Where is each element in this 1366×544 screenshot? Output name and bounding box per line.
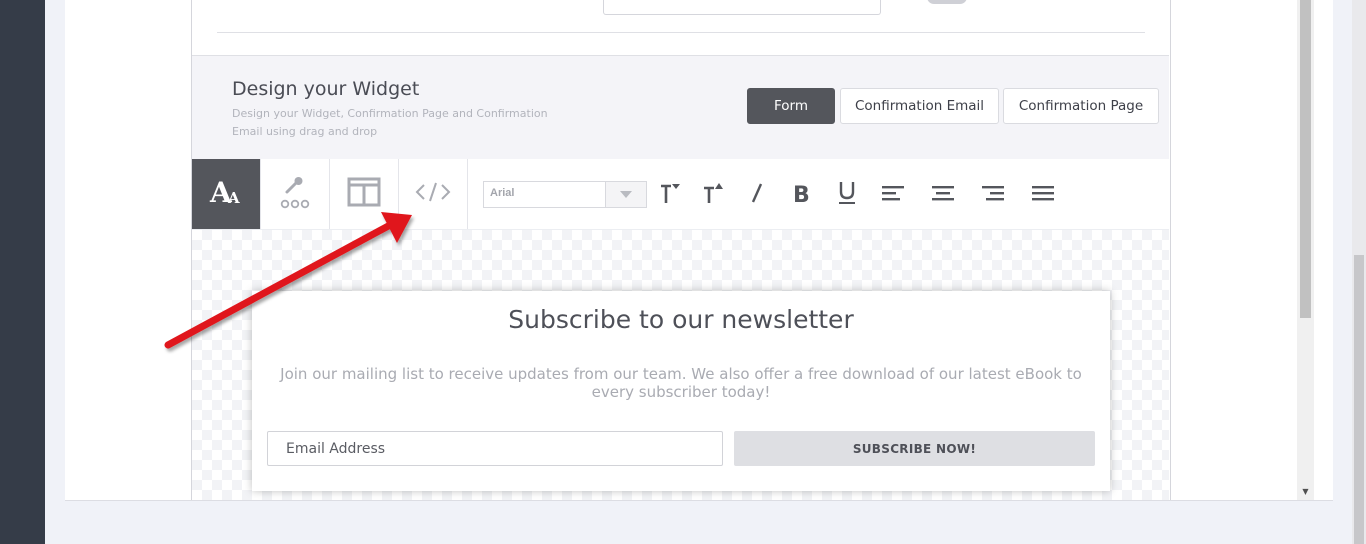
window-scroll-thumb[interactable] xyxy=(1354,255,1364,544)
text-style-icon: A A xyxy=(209,176,243,211)
align-right-button[interactable] xyxy=(978,181,1008,209)
left-sidebar-rail xyxy=(0,0,45,544)
settings-input-field[interactable] xyxy=(603,0,881,15)
increase-font-icon xyxy=(702,181,724,209)
align-justify-icon xyxy=(1031,184,1055,206)
panel-scroll-thumb[interactable] xyxy=(1300,0,1311,318)
bold-icon: B xyxy=(792,181,812,209)
section-divider xyxy=(217,32,1145,33)
align-right-icon xyxy=(981,184,1005,206)
code-icon xyxy=(415,181,451,207)
underline-icon xyxy=(837,180,857,210)
newsletter-widget-preview: Subscribe to our newsletter Join our mai… xyxy=(252,291,1110,491)
font-select-value: Arial xyxy=(490,187,515,199)
align-center-button[interactable] xyxy=(928,181,958,209)
layout-tool[interactable] xyxy=(330,159,399,229)
align-left-icon xyxy=(881,184,905,206)
color-tool[interactable] xyxy=(261,159,330,229)
email-field[interactable]: Email Address xyxy=(267,431,723,466)
design-header: Design your Widget Design your Widget, C… xyxy=(192,55,1169,160)
editor-toolbar: A A Arial B xyxy=(192,159,1169,230)
italic-icon xyxy=(748,181,766,209)
text-style-tool[interactable]: A A xyxy=(192,159,261,229)
widget-title: Subscribe to our newsletter xyxy=(508,305,854,334)
subscribe-button[interactable]: SUBSCRIBE NOW! xyxy=(734,431,1095,466)
italic-button[interactable] xyxy=(742,181,772,209)
align-center-icon xyxy=(931,184,955,206)
code-tool[interactable] xyxy=(399,159,468,229)
underline-button[interactable] xyxy=(832,181,862,209)
align-left-button[interactable] xyxy=(878,181,908,209)
tab-form[interactable]: Form xyxy=(747,88,835,124)
decrease-font-icon xyxy=(659,181,681,209)
settings-toggle[interactable] xyxy=(927,0,967,4)
chevron-down-icon xyxy=(605,182,646,207)
font-family-select[interactable]: Arial xyxy=(483,181,647,208)
decrease-font-button[interactable] xyxy=(655,181,685,209)
color-picker-icon xyxy=(279,175,311,213)
bold-button[interactable]: B xyxy=(787,181,817,209)
svg-text:A: A xyxy=(227,189,240,207)
panel-scrollbar[interactable]: ▼ xyxy=(1297,0,1314,500)
tab-confirmation-email[interactable]: Confirmation Email xyxy=(840,88,999,124)
widget-description: Join our mailing list to receive updates… xyxy=(280,365,1082,401)
design-subtitle: Design your Widget, Confirmation Page an… xyxy=(232,107,548,138)
align-justify-button[interactable] xyxy=(1028,181,1058,209)
window-scrollbar[interactable] xyxy=(1352,0,1366,544)
svg-text:B: B xyxy=(793,183,810,205)
increase-font-button[interactable] xyxy=(698,181,728,209)
tab-confirmation-page[interactable]: Confirmation Page xyxy=(1003,88,1159,124)
design-title: Design your Widget xyxy=(232,78,420,100)
scroll-down-arrow-icon[interactable]: ▼ xyxy=(1297,483,1314,500)
layout-icon xyxy=(347,177,381,211)
